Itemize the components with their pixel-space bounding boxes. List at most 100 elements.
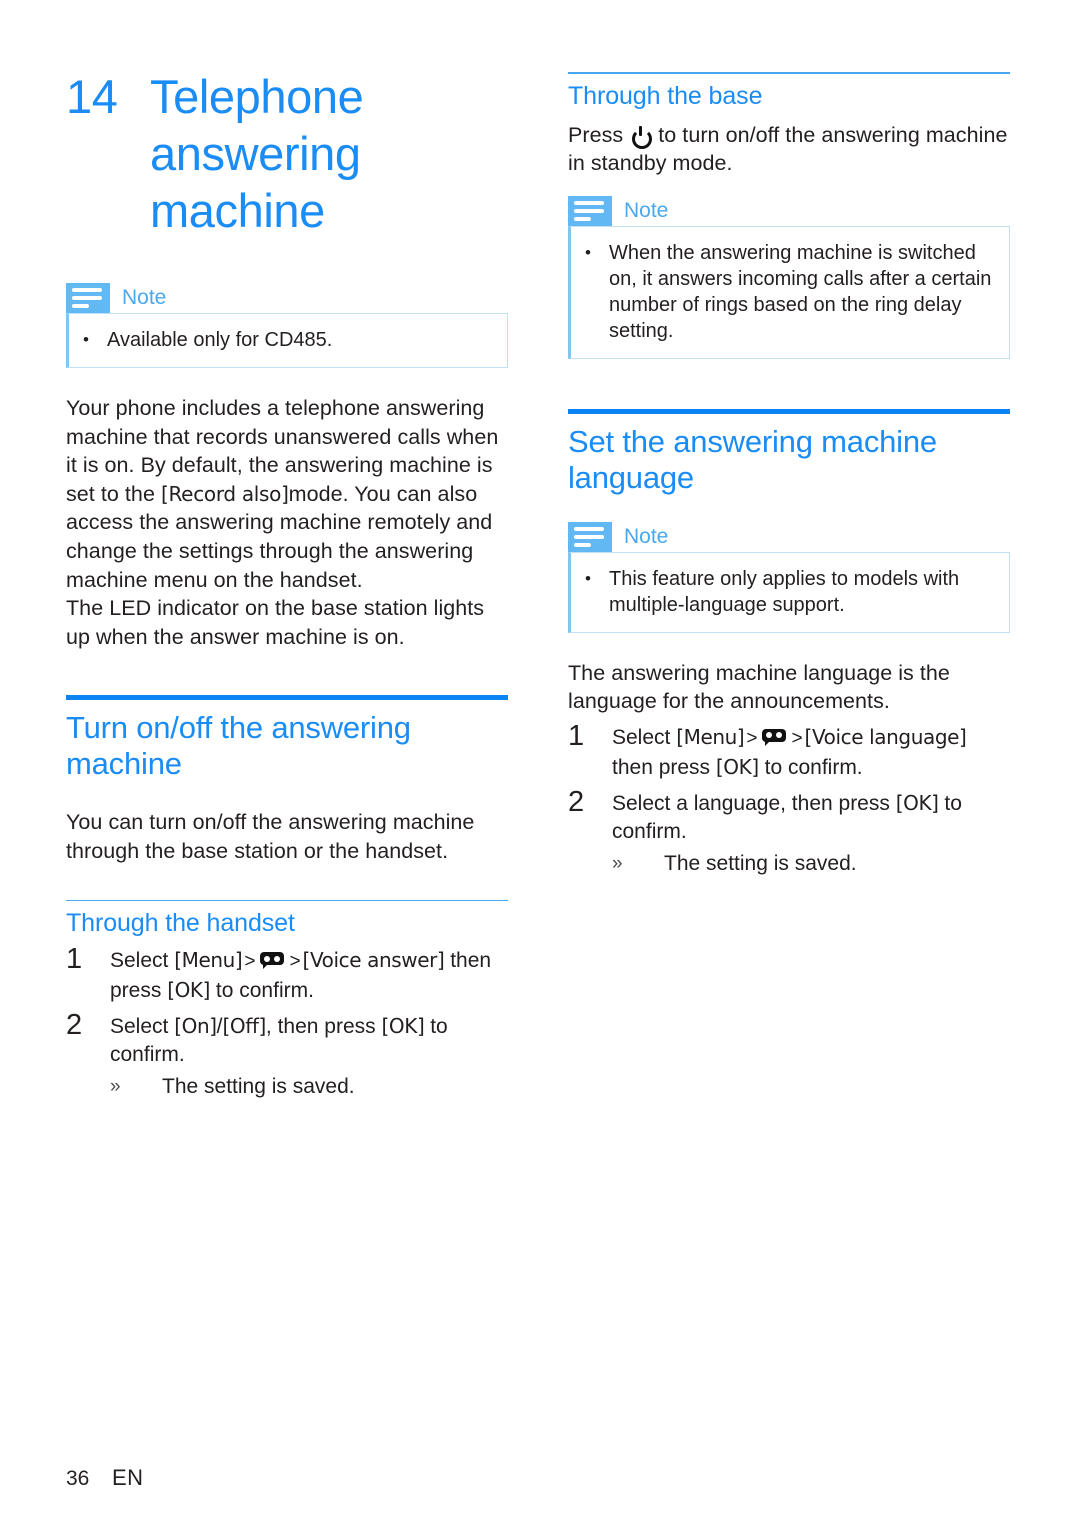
step-suffix-a: , then press xyxy=(265,1015,382,1039)
step-item: 2 Select a language, then press [OK] to … xyxy=(568,786,1010,846)
answering-machine-icon xyxy=(260,952,285,970)
menu-token: [Menu] xyxy=(676,724,745,749)
bullet-icon: • xyxy=(83,330,89,349)
ok-token: [OK] xyxy=(167,978,211,1003)
note-header: Note xyxy=(568,195,1010,226)
note-body: • This feature only applies to models wi… xyxy=(568,551,1010,633)
chapter-title-text: Telephone answering machine xyxy=(150,70,364,237)
ok-token: [OK] xyxy=(715,754,759,779)
result-marker-icon: » xyxy=(612,852,623,874)
ok-token: [OK] xyxy=(895,790,939,815)
off-token: [Off] xyxy=(222,1014,266,1039)
step-item: 1 Select [Menu] > > [Voice answer] then pre… xyxy=(66,943,508,1005)
subsection-heading: Through the handset xyxy=(66,909,295,938)
section-turn-on-off: Turn on/off the answering machine xyxy=(66,695,508,782)
section-set-language: Set the answering machine language xyxy=(568,408,1010,496)
note-lines-icon xyxy=(568,195,612,226)
step-prefix: Select xyxy=(612,725,677,749)
step-suffix-a: then press xyxy=(612,755,716,779)
on-token: [On] xyxy=(174,1014,217,1039)
step-text: Select [Menu] > > [Voice language] then pre… xyxy=(612,720,1010,782)
step-suffix-b: to confirm. xyxy=(758,755,863,779)
section-rule xyxy=(568,408,1010,414)
step-suffix-b: to confirm. xyxy=(210,979,314,1003)
note-item: • This feature only applies to models wi… xyxy=(585,566,995,618)
note-box-switched-on: Note • When the answering machine is swi… xyxy=(568,195,1010,359)
step-number: 2 xyxy=(66,1009,83,1042)
step-item: 2 Select [On]/[Off], then press [OK] to … xyxy=(66,1009,508,1069)
note-header: Note xyxy=(66,283,508,313)
note-item-text: When the answering machine is switched o… xyxy=(609,241,992,342)
note-label: Note xyxy=(624,524,669,548)
step-prefix: Select xyxy=(110,1015,175,1039)
chapter-title: 14 Telephone answering machine xyxy=(66,68,508,239)
step-text: Select [Menu] > > [Voice answer] then press… xyxy=(110,943,508,1005)
steps-list-language: 1 Select [Menu] > > [Voice language] then p… xyxy=(568,720,1010,878)
subsection-through-the-base: Through the base xyxy=(568,72,1010,112)
chapter-number: 14 xyxy=(66,70,118,123)
result-marker-icon: » xyxy=(110,1076,121,1098)
note-label: Note xyxy=(122,286,167,309)
note-item-text: Available only for CD485. xyxy=(107,329,333,351)
bullet-icon: • xyxy=(585,242,591,262)
two-column-layout: 14 Telephone answering machine Note • Av… xyxy=(0,0,1080,1400)
right-column: Through the base Press to turn on/off th… xyxy=(568,0,1010,878)
note-body: • When the answering machine is switched… xyxy=(568,225,1010,359)
note-item: • Available only for CD485. xyxy=(83,327,493,353)
base-paragraph: Press to turn on/off the answering machi… xyxy=(568,121,1010,178)
step-text: Select a language, then press [OK] to co… xyxy=(612,786,1010,846)
power-icon xyxy=(631,125,653,149)
note-lines-icon xyxy=(568,521,612,552)
subsection-through-the-handset: Through the handset xyxy=(66,899,508,940)
menu-token: [Menu] xyxy=(174,948,243,973)
footer-language-code: EN xyxy=(112,1465,144,1490)
record-also-token: [Record also] xyxy=(160,481,289,506)
steps-list-handset: 1 Select [Menu] > > [Voice answer] then pre… xyxy=(66,943,508,1101)
step-item: 1 Select [Menu] > > [Voice language] then p… xyxy=(568,720,1010,782)
note-box-multiple-language: Note • This feature only applies to mode… xyxy=(568,521,1010,633)
note-box-available-cd485: Note • Available only for CD485. xyxy=(66,283,508,368)
subsection-rule xyxy=(66,899,508,902)
step-number: 1 xyxy=(66,943,83,976)
separator: > xyxy=(289,951,301,973)
step-prefix: Select xyxy=(110,949,175,973)
manual-page: 14 Telephone answering machine Note • Av… xyxy=(0,0,1080,1527)
step-prefix: Select a language, then press xyxy=(612,791,896,815)
base-text-part1: Press xyxy=(568,122,630,147)
step-number: 1 xyxy=(568,719,585,752)
note-item-text: This feature only applies to models with… xyxy=(609,567,960,616)
section-paragraph: You can turn on/off the answering machin… xyxy=(66,810,475,863)
note-body: • Available only for CD485. xyxy=(66,313,508,368)
note-label: Note xyxy=(624,198,669,222)
voice-language-token: [Voice language] xyxy=(804,724,967,749)
footer-page-number: 36 xyxy=(66,1467,90,1490)
note-header: Note xyxy=(568,521,1010,552)
ok-token: [OK] xyxy=(381,1014,425,1039)
left-column: 14 Telephone answering machine Note • Av… xyxy=(66,0,508,1101)
intro-paragraph: Your phone includes a telephone answerin… xyxy=(66,394,508,594)
section-paragraph: The answering machine language is the la… xyxy=(568,660,950,714)
section-heading: Turn on/off the answering machine xyxy=(66,710,411,782)
step-text: Select [On]/[Off], then press [OK] to co… xyxy=(110,1009,508,1069)
page-footer: 36 EN xyxy=(66,1465,144,1491)
separator: > xyxy=(791,727,803,749)
result-text: The setting is saved. xyxy=(162,1075,355,1099)
answering-machine-icon xyxy=(762,728,787,746)
step-result: » The setting is saved. xyxy=(568,850,1010,878)
voice-answer-token: [Voice answer] xyxy=(302,948,445,973)
result-text: The setting is saved. xyxy=(664,851,857,875)
subsection-heading: Through the base xyxy=(568,81,763,110)
note-item: • When the answering machine is switched… xyxy=(585,240,995,344)
section-rule xyxy=(66,695,508,701)
bullet-icon: • xyxy=(585,568,591,588)
section-heading: Set the answering machine language xyxy=(568,423,937,495)
step-number: 2 xyxy=(568,785,585,818)
step-result: » The setting is saved. xyxy=(66,1073,508,1101)
separator: > xyxy=(244,951,256,973)
note-lines-icon xyxy=(66,283,110,313)
